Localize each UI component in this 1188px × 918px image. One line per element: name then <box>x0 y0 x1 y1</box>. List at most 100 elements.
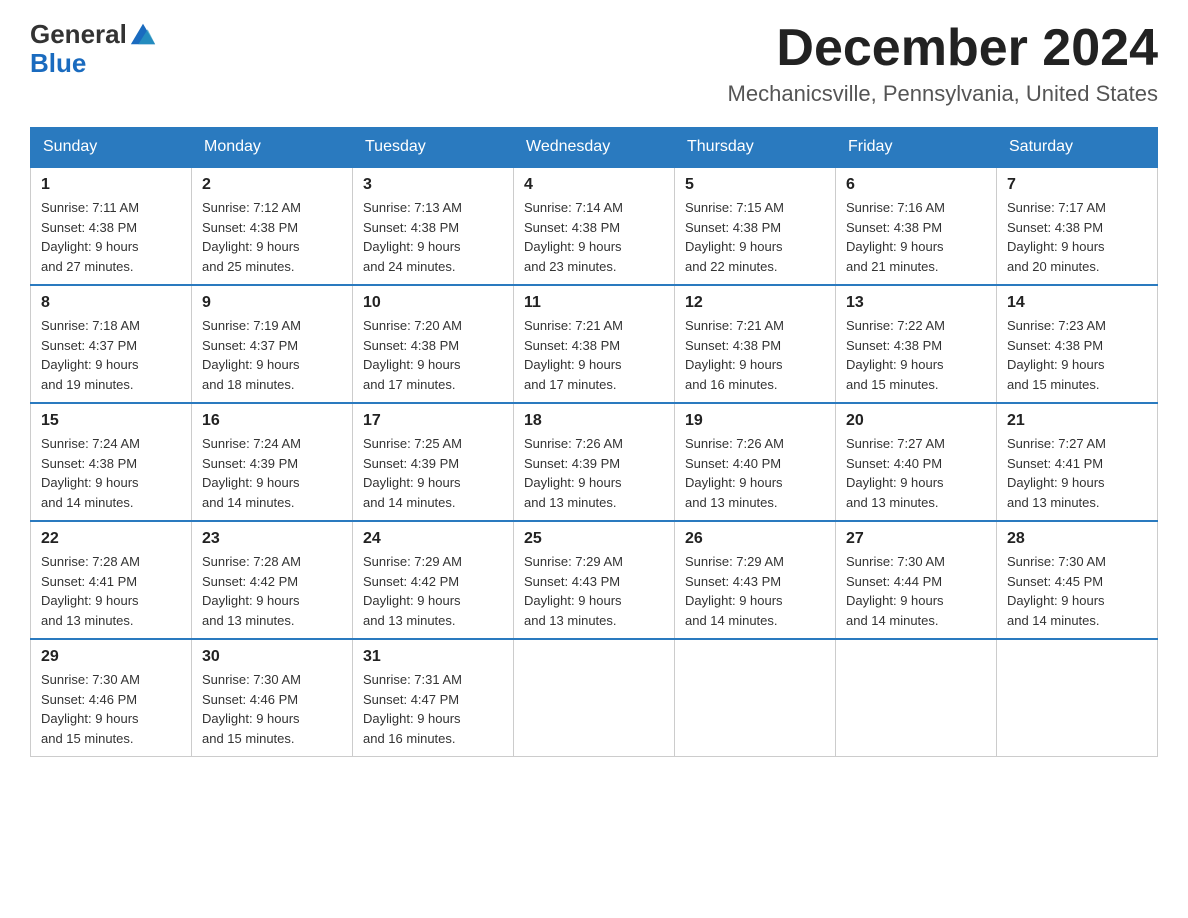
header-wednesday: Wednesday <box>514 128 675 168</box>
day-info: Sunrise: 7:26 AM Sunset: 4:40 PM Dayligh… <box>685 434 825 512</box>
page-header: General Blue December 2024 Mechanicsvill… <box>30 20 1158 107</box>
day-cell-24: 24 Sunrise: 7:29 AM Sunset: 4:42 PM Dayl… <box>353 521 514 639</box>
day-cell-18: 18 Sunrise: 7:26 AM Sunset: 4:39 PM Dayl… <box>514 403 675 521</box>
day-info: Sunrise: 7:30 AM Sunset: 4:44 PM Dayligh… <box>846 552 986 630</box>
day-info: Sunrise: 7:30 AM Sunset: 4:45 PM Dayligh… <box>1007 552 1147 630</box>
header-thursday: Thursday <box>675 128 836 168</box>
day-number: 25 <box>524 530 664 548</box>
day-number: 5 <box>685 176 825 194</box>
day-cell-25: 25 Sunrise: 7:29 AM Sunset: 4:43 PM Dayl… <box>514 521 675 639</box>
day-cell-19: 19 Sunrise: 7:26 AM Sunset: 4:40 PM Dayl… <box>675 403 836 521</box>
day-number: 14 <box>1007 294 1147 312</box>
day-info: Sunrise: 7:26 AM Sunset: 4:39 PM Dayligh… <box>524 434 664 512</box>
day-number: 1 <box>41 176 181 194</box>
day-info: Sunrise: 7:18 AM Sunset: 4:37 PM Dayligh… <box>41 316 181 394</box>
day-cell-22: 22 Sunrise: 7:28 AM Sunset: 4:41 PM Dayl… <box>31 521 192 639</box>
day-number: 11 <box>524 294 664 312</box>
day-info: Sunrise: 7:19 AM Sunset: 4:37 PM Dayligh… <box>202 316 342 394</box>
day-info: Sunrise: 7:30 AM Sunset: 4:46 PM Dayligh… <box>41 670 181 748</box>
day-info: Sunrise: 7:22 AM Sunset: 4:38 PM Dayligh… <box>846 316 986 394</box>
day-cell-7: 7 Sunrise: 7:17 AM Sunset: 4:38 PM Dayli… <box>997 167 1158 285</box>
day-info: Sunrise: 7:13 AM Sunset: 4:38 PM Dayligh… <box>363 198 503 276</box>
day-info: Sunrise: 7:28 AM Sunset: 4:41 PM Dayligh… <box>41 552 181 630</box>
day-cell-9: 9 Sunrise: 7:19 AM Sunset: 4:37 PM Dayli… <box>192 285 353 403</box>
day-info: Sunrise: 7:20 AM Sunset: 4:38 PM Dayligh… <box>363 316 503 394</box>
week-row-2: 8 Sunrise: 7:18 AM Sunset: 4:37 PM Dayli… <box>31 285 1158 403</box>
week-row-5: 29 Sunrise: 7:30 AM Sunset: 4:46 PM Dayl… <box>31 639 1158 757</box>
day-cell-27: 27 Sunrise: 7:30 AM Sunset: 4:44 PM Dayl… <box>836 521 997 639</box>
day-info: Sunrise: 7:23 AM Sunset: 4:38 PM Dayligh… <box>1007 316 1147 394</box>
day-cell-3: 3 Sunrise: 7:13 AM Sunset: 4:38 PM Dayli… <box>353 167 514 285</box>
empty-cell-w4-d5 <box>836 639 997 757</box>
header-friday: Friday <box>836 128 997 168</box>
day-cell-31: 31 Sunrise: 7:31 AM Sunset: 4:47 PM Dayl… <box>353 639 514 757</box>
day-number: 31 <box>363 648 503 666</box>
day-number: 12 <box>685 294 825 312</box>
day-number: 3 <box>363 176 503 194</box>
day-cell-12: 12 Sunrise: 7:21 AM Sunset: 4:38 PM Dayl… <box>675 285 836 403</box>
day-number: 15 <box>41 412 181 430</box>
day-cell-1: 1 Sunrise: 7:11 AM Sunset: 4:38 PM Dayli… <box>31 167 192 285</box>
day-cell-4: 4 Sunrise: 7:14 AM Sunset: 4:38 PM Dayli… <box>514 167 675 285</box>
header-sunday: Sunday <box>31 128 192 168</box>
day-info: Sunrise: 7:30 AM Sunset: 4:46 PM Dayligh… <box>202 670 342 748</box>
day-cell-21: 21 Sunrise: 7:27 AM Sunset: 4:41 PM Dayl… <box>997 403 1158 521</box>
month-title: December 2024 <box>728 20 1158 77</box>
header-saturday: Saturday <box>997 128 1158 168</box>
day-info: Sunrise: 7:14 AM Sunset: 4:38 PM Dayligh… <box>524 198 664 276</box>
day-cell-26: 26 Sunrise: 7:29 AM Sunset: 4:43 PM Dayl… <box>675 521 836 639</box>
day-info: Sunrise: 7:11 AM Sunset: 4:38 PM Dayligh… <box>41 198 181 276</box>
day-cell-16: 16 Sunrise: 7:24 AM Sunset: 4:39 PM Dayl… <box>192 403 353 521</box>
calendar-table: Sunday Monday Tuesday Wednesday Thursday… <box>30 127 1158 757</box>
day-cell-30: 30 Sunrise: 7:30 AM Sunset: 4:46 PM Dayl… <box>192 639 353 757</box>
day-number: 10 <box>363 294 503 312</box>
day-number: 17 <box>363 412 503 430</box>
day-number: 20 <box>846 412 986 430</box>
day-info: Sunrise: 7:12 AM Sunset: 4:38 PM Dayligh… <box>202 198 342 276</box>
day-number: 9 <box>202 294 342 312</box>
day-cell-13: 13 Sunrise: 7:22 AM Sunset: 4:38 PM Dayl… <box>836 285 997 403</box>
day-cell-8: 8 Sunrise: 7:18 AM Sunset: 4:37 PM Dayli… <box>31 285 192 403</box>
day-info: Sunrise: 7:17 AM Sunset: 4:38 PM Dayligh… <box>1007 198 1147 276</box>
day-number: 6 <box>846 176 986 194</box>
day-info: Sunrise: 7:31 AM Sunset: 4:47 PM Dayligh… <box>363 670 503 748</box>
day-info: Sunrise: 7:27 AM Sunset: 4:41 PM Dayligh… <box>1007 434 1147 512</box>
day-number: 19 <box>685 412 825 430</box>
day-number: 2 <box>202 176 342 194</box>
empty-cell-w4-d6 <box>997 639 1158 757</box>
day-cell-2: 2 Sunrise: 7:12 AM Sunset: 4:38 PM Dayli… <box>192 167 353 285</box>
calendar-title-area: December 2024 Mechanicsville, Pennsylvan… <box>728 20 1158 107</box>
day-number: 13 <box>846 294 986 312</box>
day-number: 18 <box>524 412 664 430</box>
day-info: Sunrise: 7:27 AM Sunset: 4:40 PM Dayligh… <box>846 434 986 512</box>
location-title: Mechanicsville, Pennsylvania, United Sta… <box>728 81 1158 107</box>
day-number: 22 <box>41 530 181 548</box>
day-number: 28 <box>1007 530 1147 548</box>
day-number: 27 <box>846 530 986 548</box>
day-cell-15: 15 Sunrise: 7:24 AM Sunset: 4:38 PM Dayl… <box>31 403 192 521</box>
empty-cell-w4-d4 <box>675 639 836 757</box>
header-monday: Monday <box>192 128 353 168</box>
day-cell-11: 11 Sunrise: 7:21 AM Sunset: 4:38 PM Dayl… <box>514 285 675 403</box>
day-cell-17: 17 Sunrise: 7:25 AM Sunset: 4:39 PM Dayl… <box>353 403 514 521</box>
day-number: 7 <box>1007 176 1147 194</box>
day-cell-23: 23 Sunrise: 7:28 AM Sunset: 4:42 PM Dayl… <box>192 521 353 639</box>
day-number: 26 <box>685 530 825 548</box>
day-info: Sunrise: 7:29 AM Sunset: 4:42 PM Dayligh… <box>363 552 503 630</box>
day-number: 29 <box>41 648 181 666</box>
day-info: Sunrise: 7:29 AM Sunset: 4:43 PM Dayligh… <box>685 552 825 630</box>
day-number: 21 <box>1007 412 1147 430</box>
header-tuesday: Tuesday <box>353 128 514 168</box>
week-row-3: 15 Sunrise: 7:24 AM Sunset: 4:38 PM Dayl… <box>31 403 1158 521</box>
empty-cell-w4-d3 <box>514 639 675 757</box>
day-info: Sunrise: 7:16 AM Sunset: 4:38 PM Dayligh… <box>846 198 986 276</box>
weekday-header-row: Sunday Monday Tuesday Wednesday Thursday… <box>31 128 1158 168</box>
day-number: 23 <box>202 530 342 548</box>
logo-blue-text: Blue <box>30 48 86 78</box>
day-cell-5: 5 Sunrise: 7:15 AM Sunset: 4:38 PM Dayli… <box>675 167 836 285</box>
logo: General Blue <box>30 20 157 77</box>
day-info: Sunrise: 7:21 AM Sunset: 4:38 PM Dayligh… <box>524 316 664 394</box>
day-info: Sunrise: 7:24 AM Sunset: 4:38 PM Dayligh… <box>41 434 181 512</box>
logo-text: General Blue <box>30 20 157 77</box>
day-number: 4 <box>524 176 664 194</box>
